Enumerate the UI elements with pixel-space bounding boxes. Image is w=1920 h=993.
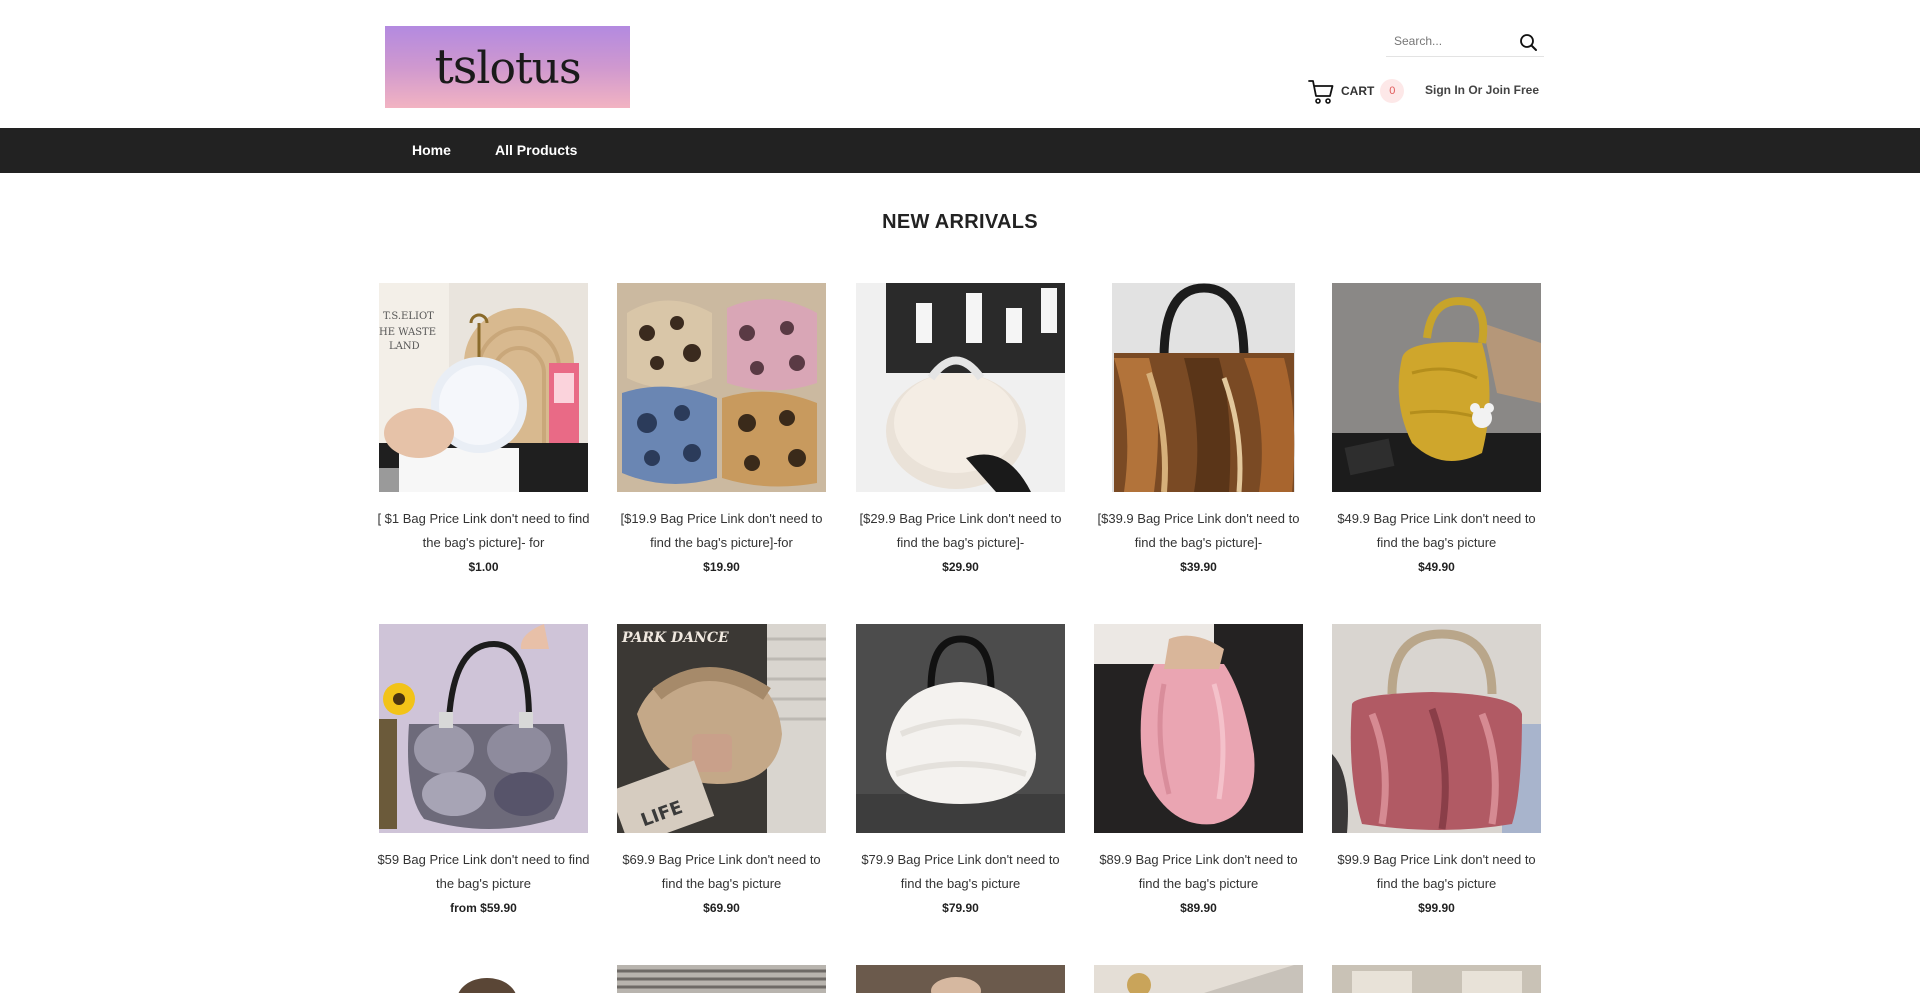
search-input[interactable] [1394, 31, 1514, 51]
product-image[interactable] [1332, 283, 1541, 492]
product-title[interactable]: $69.9 Bag Price Link don't need to find … [611, 848, 832, 896]
section-title: NEW ARRIVALS [882, 211, 1038, 233]
product-image[interactable]: T.S.ELIOT HE WASTE LAND [379, 283, 588, 492]
image-brand-overlay: PARK DANCE [621, 630, 729, 646]
product-price: $89.90 [1180, 901, 1217, 915]
book-text-line-2: HE WASTE [379, 327, 436, 338]
product-price: $39.90 [1180, 560, 1217, 574]
product-image[interactable] [1094, 624, 1303, 833]
product-price: $1.00 [468, 560, 499, 574]
product-title[interactable]: [ $1 Bag Price Link don't need to find t… [373, 507, 594, 555]
product-image[interactable] [379, 965, 588, 993]
book-text-line-1: T.S.ELIOT [383, 311, 434, 322]
product-price: $19.90 [703, 560, 740, 574]
product-image[interactable] [856, 283, 1065, 492]
sign-in-link[interactable]: Sign In Or Join Free [1425, 83, 1539, 97]
product-price: $69.90 [703, 901, 740, 915]
product-image[interactable] [1332, 965, 1541, 993]
store-logo[interactable]: tslotus [385, 26, 630, 108]
product-image[interactable] [1094, 965, 1303, 993]
main-nav: Home All Products [0, 128, 1920, 173]
book-text-line-3: LAND [389, 341, 420, 352]
product-title[interactable]: [$29.9 Bag Price Link don't need to find… [850, 507, 1071, 555]
product-image[interactable] [1094, 283, 1303, 492]
product-title[interactable]: $89.9 Bag Price Link don't need to find … [1088, 848, 1309, 896]
product-image[interactable]: PARK DANCE LIFE [617, 624, 826, 833]
product-image[interactable] [1332, 624, 1541, 833]
nav-item-home[interactable]: Home [412, 142, 451, 158]
product-price: $29.90 [942, 560, 979, 574]
product-image[interactable] [379, 624, 588, 833]
cart-icon [1307, 77, 1335, 105]
cart-count-badge: 0 [1380, 79, 1405, 103]
product-image[interactable] [617, 283, 826, 492]
logo-text: tslotus [434, 39, 581, 95]
product-title[interactable]: $59 Bag Price Link don't need to find th… [373, 848, 594, 896]
nav-item-all-products[interactable]: All Products [495, 142, 577, 158]
search-icon[interactable] [1517, 31, 1539, 53]
product-title[interactable]: [$39.9 Bag Price Link don't need to find… [1088, 507, 1309, 555]
product-title[interactable]: [$19.9 Bag Price Link don't need to find… [611, 507, 832, 555]
search-bar [1386, 27, 1544, 57]
product-image[interactable] [856, 965, 1065, 993]
cart-link[interactable]: CART 0 [1307, 77, 1405, 105]
product-price: from $59.90 [450, 901, 517, 915]
product-image[interactable] [617, 965, 826, 993]
product-price: $79.90 [942, 901, 979, 915]
product-title[interactable]: $79.9 Bag Price Link don't need to find … [850, 848, 1071, 896]
product-price: $99.90 [1418, 901, 1455, 915]
product-price: $49.90 [1418, 560, 1455, 574]
product-title[interactable]: $99.9 Bag Price Link don't need to find … [1326, 848, 1547, 896]
site-header: tslotus CART 0 Sign In Or Join Free [0, 0, 1920, 128]
cart-label: CART [1341, 84, 1375, 98]
product-title[interactable]: $49.9 Bag Price Link don't need to find … [1326, 507, 1547, 555]
product-image[interactable] [856, 624, 1065, 833]
